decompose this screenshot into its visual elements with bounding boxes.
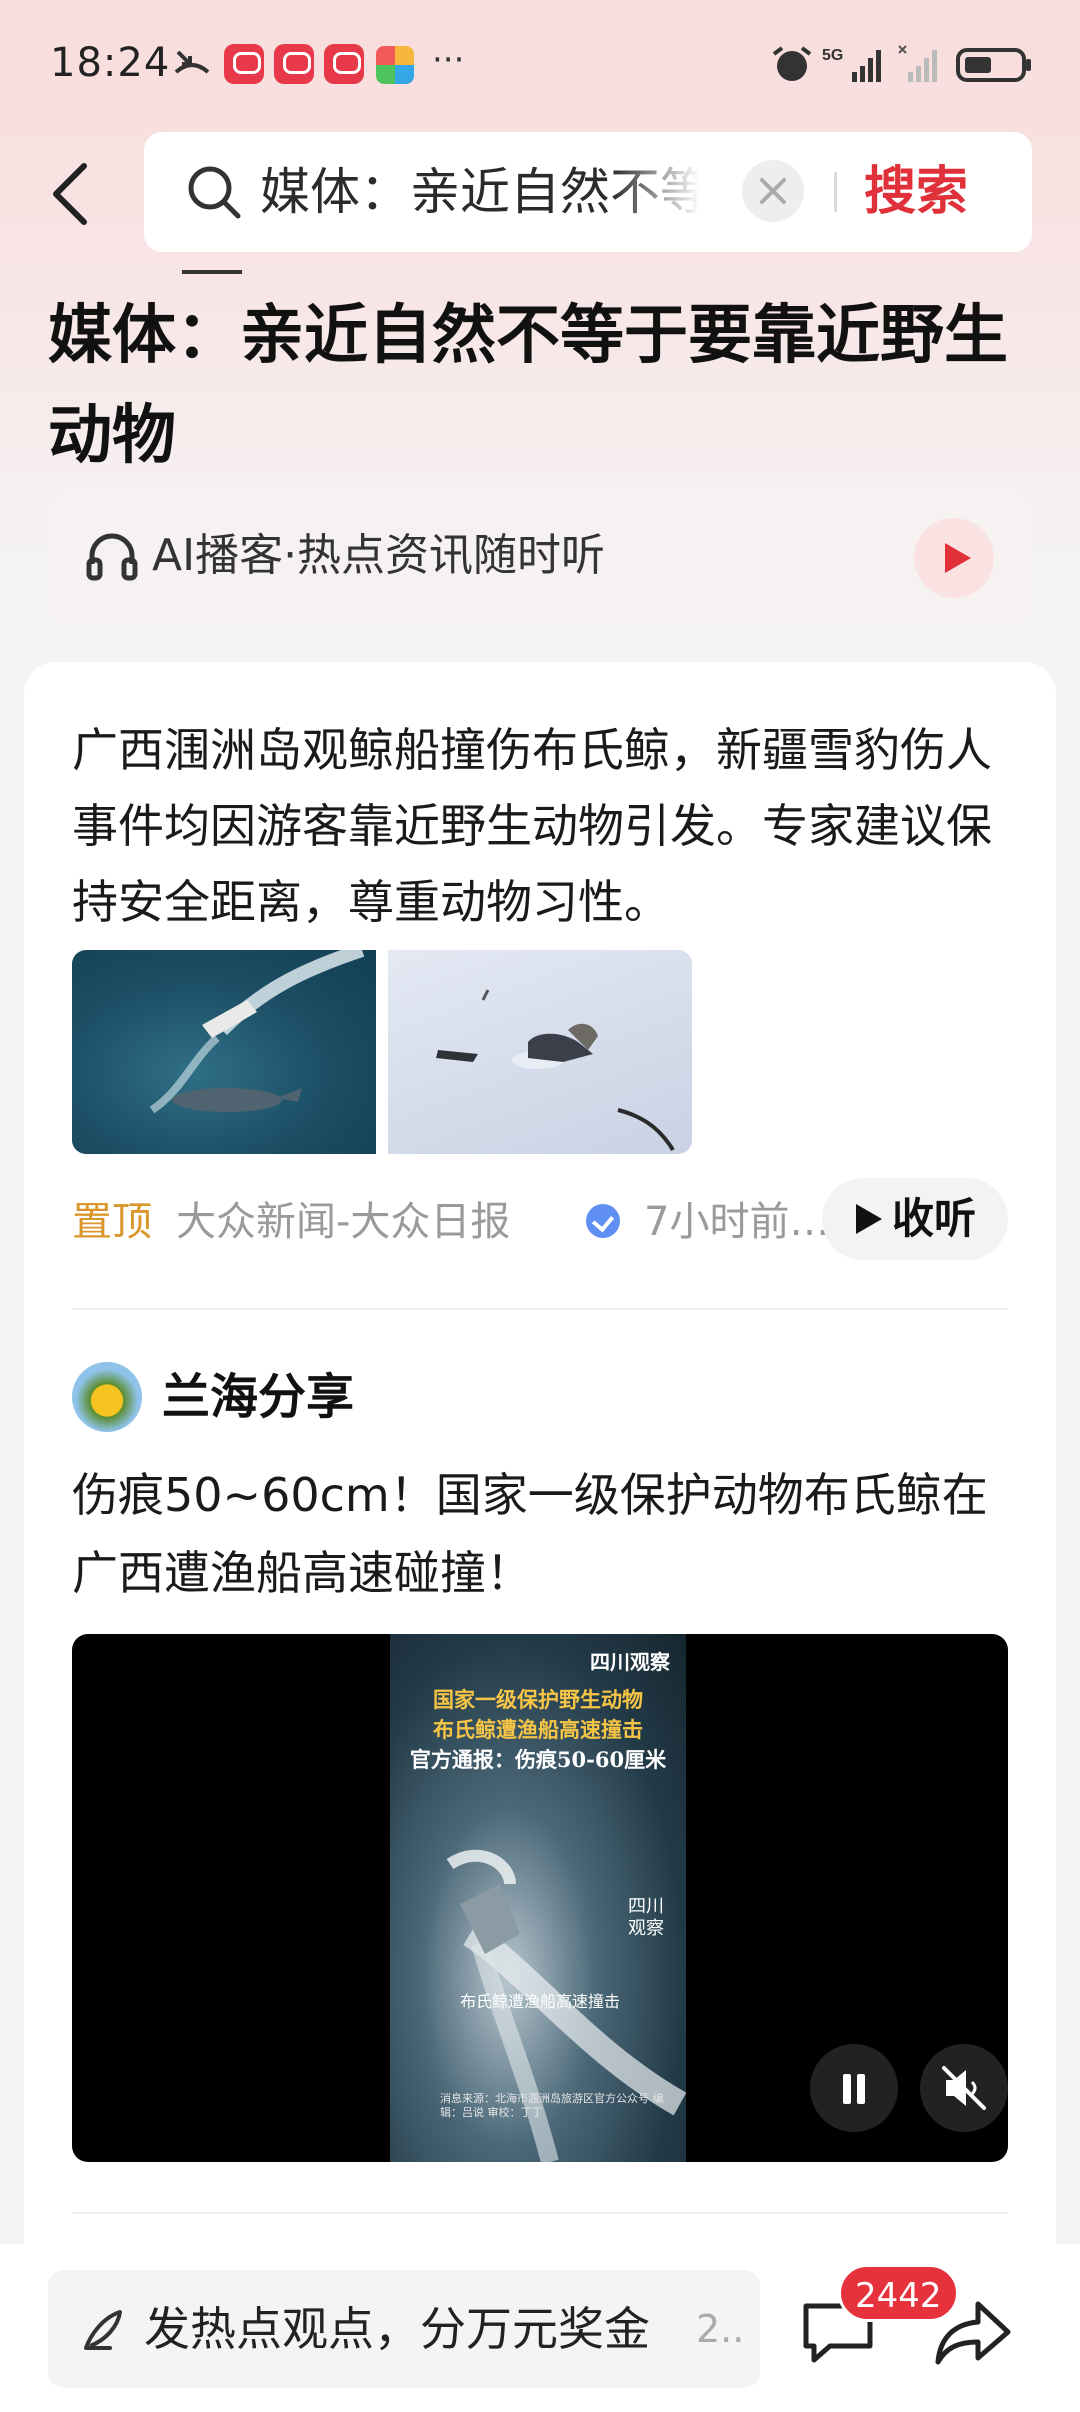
- video-headline-3: 官方通报：伤痕50-60厘米: [409, 1747, 667, 1772]
- news-source[interactable]: 大众新闻-大众日报: [176, 1184, 510, 1260]
- listen-button[interactable]: 收听: [822, 1178, 1008, 1260]
- svg-text:5G: 5G: [822, 47, 843, 64]
- news-summary[interactable]: 广西涠洲岛观鲸船撞伤布氏鲸，新疆雪豹伤人事件均因游客靠近野生动物引发。专家建议保…: [72, 712, 1022, 940]
- search-input[interactable]: 媒体：亲近自然不等于要靠近野生动物: [260, 162, 700, 222]
- comment-input[interactable]: 发热点观点，分万元奖金 2..: [48, 2270, 760, 2388]
- podcast-label: AI播客·热点资讯随时听: [152, 530, 606, 581]
- search-bar[interactable]: 媒体：亲近自然不等于要靠近野生动物 搜索: [144, 132, 1032, 252]
- video-brand: 四川观察: [590, 1650, 670, 1674]
- alarm-icon: [772, 46, 812, 81]
- snow-scene-image: [436, 989, 675, 1152]
- app-notification-icon: [224, 44, 264, 84]
- search-button[interactable]: 搜索: [864, 162, 968, 222]
- news-image-snow-leopard[interactable]: [388, 950, 692, 1154]
- author-name[interactable]: 兰海分享: [162, 1362, 354, 1432]
- pause-button[interactable]: [810, 2044, 898, 2132]
- video-frame: 四川观察 国家一级保护野生动物 布氏鲸遭渔船高速撞击 官方通报：伤痕50-60厘…: [390, 1634, 686, 2162]
- missed-call-icon: [174, 50, 210, 74]
- clock: 18:24: [50, 40, 171, 86]
- app-notification-icon: [324, 44, 364, 84]
- tab-indicator: [182, 270, 242, 274]
- close-icon: [760, 178, 786, 204]
- signal-no-service-icon: [898, 45, 937, 82]
- divider: [72, 1308, 1008, 1310]
- mute-button[interactable]: [920, 2044, 1008, 2132]
- back-icon[interactable]: [44, 158, 104, 230]
- article-title: 媒体：亲近自然不等于要靠近野生动物: [48, 299, 1008, 473]
- share-icon[interactable]: [934, 2296, 1014, 2368]
- verified-icon: [586, 1204, 620, 1238]
- video-caption: 布氏鲸遭渔船高速撞击: [460, 1992, 621, 2011]
- clear-search-button[interactable]: [742, 160, 804, 222]
- divider: [72, 2212, 1008, 2214]
- post-text[interactable]: 伤痕50~60cm！国家一级保护动物布氏鲸在广西遭渔船高速碰撞！: [72, 1456, 1022, 1612]
- more-notifications-icon: ···: [432, 40, 465, 80]
- video-credits: 消息来源：北海市涠洲岛旅游区官方公众号 编辑：吕说 审校：丁丁: [440, 2092, 664, 2119]
- video-side-watermark: 四川观察: [628, 1896, 664, 1939]
- news-meta: 置顶 大众新闻-大众日报 7小时前…: [72, 1184, 829, 1260]
- avatar[interactable]: [72, 1362, 142, 1432]
- listen-label: 收听: [892, 1194, 977, 1243]
- pen-icon: [84, 2310, 122, 2350]
- comment-more: 2..: [696, 2307, 745, 2351]
- status-bar: 18:24 ··· 5G: [0, 0, 1080, 130]
- podcast-play-button[interactable]: [914, 518, 994, 598]
- ai-podcast-bar[interactable]: AI播客·热点资讯随时听: [48, 488, 1032, 626]
- search-divider: [834, 172, 837, 212]
- bottom-bar: 发热点观点，分万元奖金 2.. 2442: [0, 2244, 1080, 2412]
- news-image-whale[interactable]: [72, 950, 376, 1154]
- search-icon: [188, 166, 241, 219]
- headphones-icon: [86, 533, 138, 581]
- video-headline-2: 布氏鲸遭渔船高速撞击: [433, 1717, 643, 1742]
- mute-icon: [942, 2066, 986, 2110]
- pinned-tag: 置顶: [72, 1199, 152, 1245]
- play-icon: [856, 1204, 882, 1234]
- news-timestamp: 7小时前…: [644, 1199, 830, 1245]
- video-headline-1: 国家一级保护野生动物: [433, 1687, 643, 1712]
- signal-5g-icon: 5G: [822, 47, 881, 82]
- video-player[interactable]: 四川观察 国家一级保护野生动物 布氏鲸遭渔船高速撞击 官方通报：伤痕50-60厘…: [72, 1634, 1008, 2162]
- app-notification-icon: [274, 44, 314, 84]
- pinwheel-app-icon: [376, 46, 414, 84]
- comment-placeholder: 发热点观点，分万元奖金: [144, 2302, 650, 2356]
- content-card: 广西涠洲岛观鲸船撞伤布氏鲸，新疆雪豹伤人事件均因游客靠近野生动物引发。专家建议保…: [24, 662, 1056, 2362]
- whale-boat-image: [149, 950, 365, 1114]
- battery-icon: [956, 48, 1031, 82]
